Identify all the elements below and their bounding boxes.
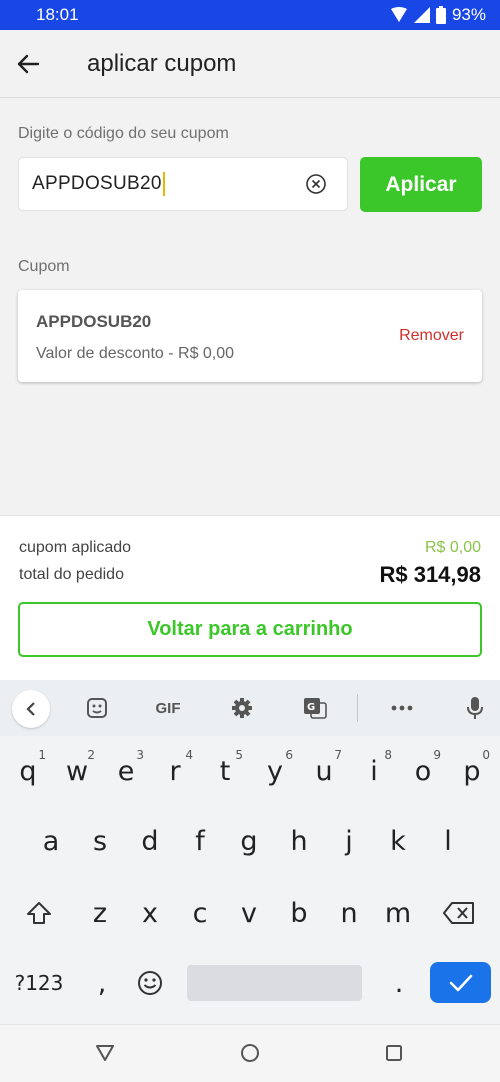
coupon-discount: Valor de desconto - R$ 0,00 bbox=[36, 345, 235, 362]
key-u[interactable]: u7 bbox=[302, 744, 346, 798]
key-r[interactable]: r4 bbox=[153, 744, 197, 798]
key-j[interactable]: j bbox=[327, 814, 371, 868]
gear-icon bbox=[232, 698, 252, 718]
sticker-button[interactable] bbox=[84, 694, 110, 722]
nav-recents-icon[interactable] bbox=[385, 1043, 403, 1063]
order-total-value: R$ 314,98 bbox=[379, 562, 481, 587]
back-button[interactable] bbox=[0, 36, 56, 92]
keyboard-collapse-button[interactable] bbox=[12, 690, 50, 728]
text-cursor bbox=[162, 172, 165, 196]
emoji-key[interactable] bbox=[128, 956, 172, 1010]
coupon-input-label: Digite o código do seu cupom bbox=[18, 125, 229, 142]
toolbar-divider bbox=[357, 694, 358, 722]
microphone-icon bbox=[467, 697, 483, 719]
remove-coupon-button[interactable]: Remover bbox=[399, 327, 464, 345]
space-key[interactable] bbox=[187, 965, 362, 1001]
wifi-icon bbox=[390, 7, 407, 22]
enter-key[interactable] bbox=[430, 962, 491, 1003]
key-comma[interactable]: , bbox=[80, 956, 124, 1010]
key-p[interactable]: p0 bbox=[450, 744, 494, 798]
backspace-icon bbox=[443, 902, 474, 924]
apply-button[interactable]: Aplicar bbox=[360, 157, 482, 212]
voice-input-button[interactable] bbox=[464, 694, 486, 722]
emoji-icon bbox=[138, 971, 162, 995]
key-t[interactable]: t5 bbox=[203, 744, 247, 798]
shift-key[interactable] bbox=[17, 886, 61, 940]
svg-text:G: G bbox=[307, 702, 315, 713]
nav-home-icon[interactable] bbox=[240, 1043, 260, 1063]
key-k[interactable]: k bbox=[376, 814, 420, 868]
translate-button[interactable]: G bbox=[302, 694, 328, 722]
key-f[interactable]: f bbox=[178, 814, 222, 868]
status-time: 18:01 bbox=[36, 5, 79, 24]
status-bar: 18:01 93% bbox=[0, 0, 500, 30]
signal-icon bbox=[413, 7, 430, 23]
checkmark-icon bbox=[449, 974, 472, 991]
key-l[interactable]: l bbox=[426, 814, 470, 868]
key-o[interactable]: o9 bbox=[401, 744, 445, 798]
key-x[interactable]: x bbox=[128, 886, 172, 940]
key-m[interactable]: m bbox=[376, 886, 420, 940]
arrow-left-icon bbox=[17, 54, 40, 73]
more-options-button[interactable] bbox=[389, 694, 415, 722]
chevron-left-icon bbox=[26, 702, 35, 716]
key-g[interactable]: g bbox=[227, 814, 271, 868]
key-b[interactable]: b bbox=[277, 886, 321, 940]
nav-back-icon[interactable] bbox=[95, 1043, 115, 1063]
key-h[interactable]: h bbox=[277, 814, 321, 868]
key-v[interactable]: v bbox=[227, 886, 271, 940]
key-n[interactable]: n bbox=[327, 886, 371, 940]
translate-icon: G bbox=[304, 698, 327, 719]
order-total-label: total do pedido bbox=[19, 566, 124, 583]
more-horizontal-icon bbox=[391, 705, 413, 711]
order-summary: cupom aplicado R$ 0,00 total do pedido R… bbox=[0, 515, 500, 680]
battery-percent: 93% bbox=[451, 5, 486, 24]
clear-input-icon[interactable] bbox=[305, 173, 327, 195]
key-q[interactable]: q1 bbox=[6, 744, 50, 798]
gif-button[interactable]: GIF bbox=[150, 694, 186, 722]
coupon-input[interactable]: APPDOSUB20 bbox=[18, 157, 348, 211]
system-nav-bar bbox=[0, 1024, 500, 1082]
app-bar: aplicar cupom bbox=[0, 30, 500, 98]
coupon-applied-value: R$ 0,00 bbox=[424, 539, 481, 556]
key-e[interactable]: e3 bbox=[104, 744, 148, 798]
applied-coupon-card: APPDOSUB20 Valor de desconto - R$ 0,00 R… bbox=[18, 290, 482, 382]
coupon-input-value: APPDOSUB20 bbox=[32, 173, 162, 194]
coupon-section-label: Cupom bbox=[18, 258, 70, 275]
key-a[interactable]: a bbox=[29, 814, 73, 868]
page-title: aplicar cupom bbox=[87, 49, 237, 77]
keyboard-settings-button[interactable] bbox=[229, 694, 255, 722]
keyboard-toolbar: GIF G bbox=[0, 680, 500, 736]
key-c[interactable]: c bbox=[178, 886, 222, 940]
key-w[interactable]: w2 bbox=[55, 744, 99, 798]
key-z[interactable]: z bbox=[78, 886, 122, 940]
key-y[interactable]: y6 bbox=[253, 744, 297, 798]
battery-icon bbox=[435, 6, 446, 24]
shift-icon bbox=[27, 902, 51, 924]
symbols-key[interactable]: ?123 bbox=[10, 956, 68, 1010]
key-s[interactable]: s bbox=[78, 814, 122, 868]
coupon-applied-label: cupom aplicado bbox=[19, 539, 132, 556]
sticker-icon bbox=[87, 698, 107, 718]
back-to-cart-button[interactable]: Voltar para a carrinho bbox=[18, 602, 482, 657]
key-d[interactable]: d bbox=[128, 814, 172, 868]
key-i[interactable]: i8 bbox=[352, 744, 396, 798]
key-period[interactable]: . bbox=[377, 956, 421, 1010]
backspace-key[interactable] bbox=[437, 886, 481, 940]
